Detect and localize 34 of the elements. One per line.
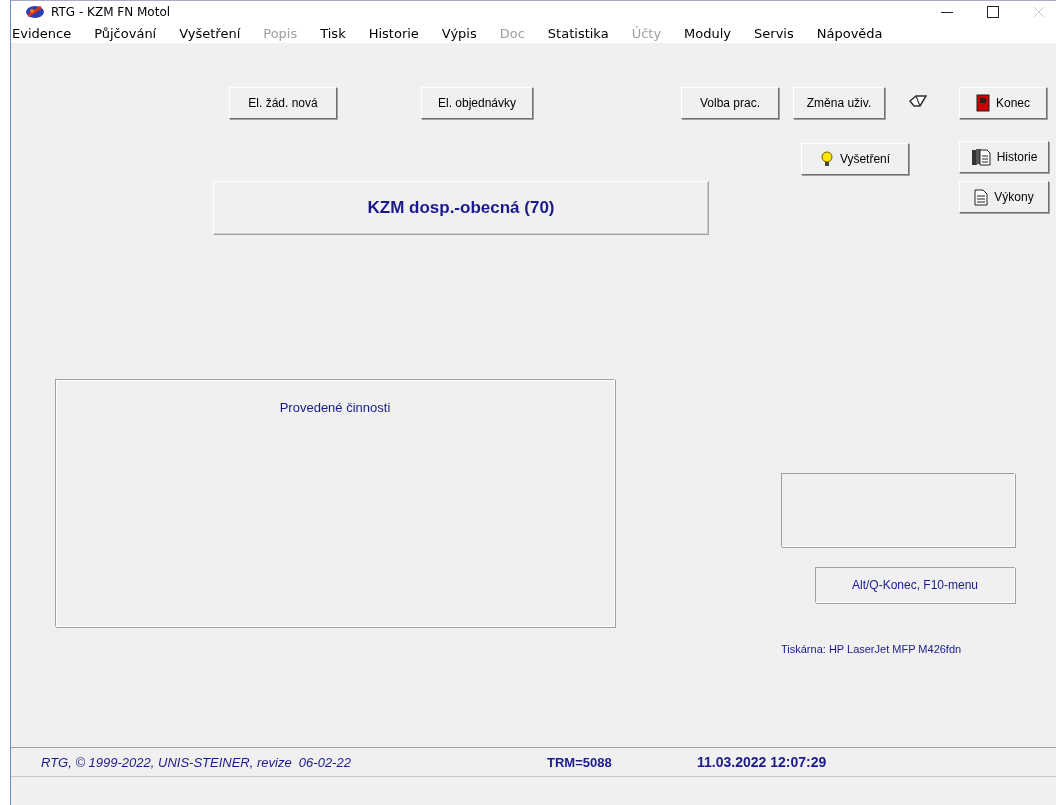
panel-title: Provedené činnosti [279, 400, 391, 416]
menu-item[interactable]: Vyšetření [179, 25, 241, 41]
menu-item[interactable]: Moduly [684, 25, 732, 41]
app-logo-icon [25, 4, 45, 20]
toolbar-button[interactable]: Volba prac. [681, 87, 779, 119]
light-bulb-icon [819, 151, 834, 167]
printer-label: Tiskárna: HP LaserJet MFP M426fdn [781, 643, 962, 655]
date-time: 11.03.2022 12:07:29 [697, 754, 827, 770]
window-title: RTG - KZM FN Motol [51, 5, 171, 19]
menu-item[interactable]: Historie [368, 25, 419, 41]
eraser-icon[interactable] [909, 95, 927, 107]
books-icon [970, 148, 991, 166]
toolbar-button[interactable]: Změna uživ. [793, 87, 885, 119]
menu-item[interactable]: Servis [754, 25, 794, 41]
maximize-icon [987, 6, 999, 18]
workplace-panel: KZM dosp.-obecná (70) [213, 181, 709, 235]
menu-item[interactable]: Půjčování [94, 25, 157, 41]
door-icon [976, 94, 990, 112]
menu-item[interactable]: Evidence [12, 25, 72, 41]
document-icon [974, 188, 989, 206]
menu-item[interactable]: Nápověda [816, 25, 883, 41]
close-icon [1033, 6, 1045, 18]
menu-item[interactable]: Výpis [441, 25, 477, 41]
toolbar-button[interactable]: El. žád. nová [229, 87, 337, 119]
menu-item[interactable]: Tisk [320, 25, 346, 41]
side-button[interactable]: Historie [959, 141, 1049, 173]
terminal-label: TRM=5088 [547, 754, 613, 770]
menu-item[interactable]: Statistika [547, 25, 609, 41]
hint-panel: Alt/Q-Konec, F10-menu [815, 567, 1015, 603]
exit-button[interactable]: Konec [959, 87, 1047, 119]
copyright-text: RTG, © 1999-2022, UNIS-STEINER, revize 06-02-22 [41, 754, 352, 770]
side-button[interactable]: Vyšetření [801, 143, 909, 175]
toolbar-button[interactable]: El. objednávky [421, 87, 533, 119]
side-button[interactable]: Výkony [959, 181, 1049, 213]
